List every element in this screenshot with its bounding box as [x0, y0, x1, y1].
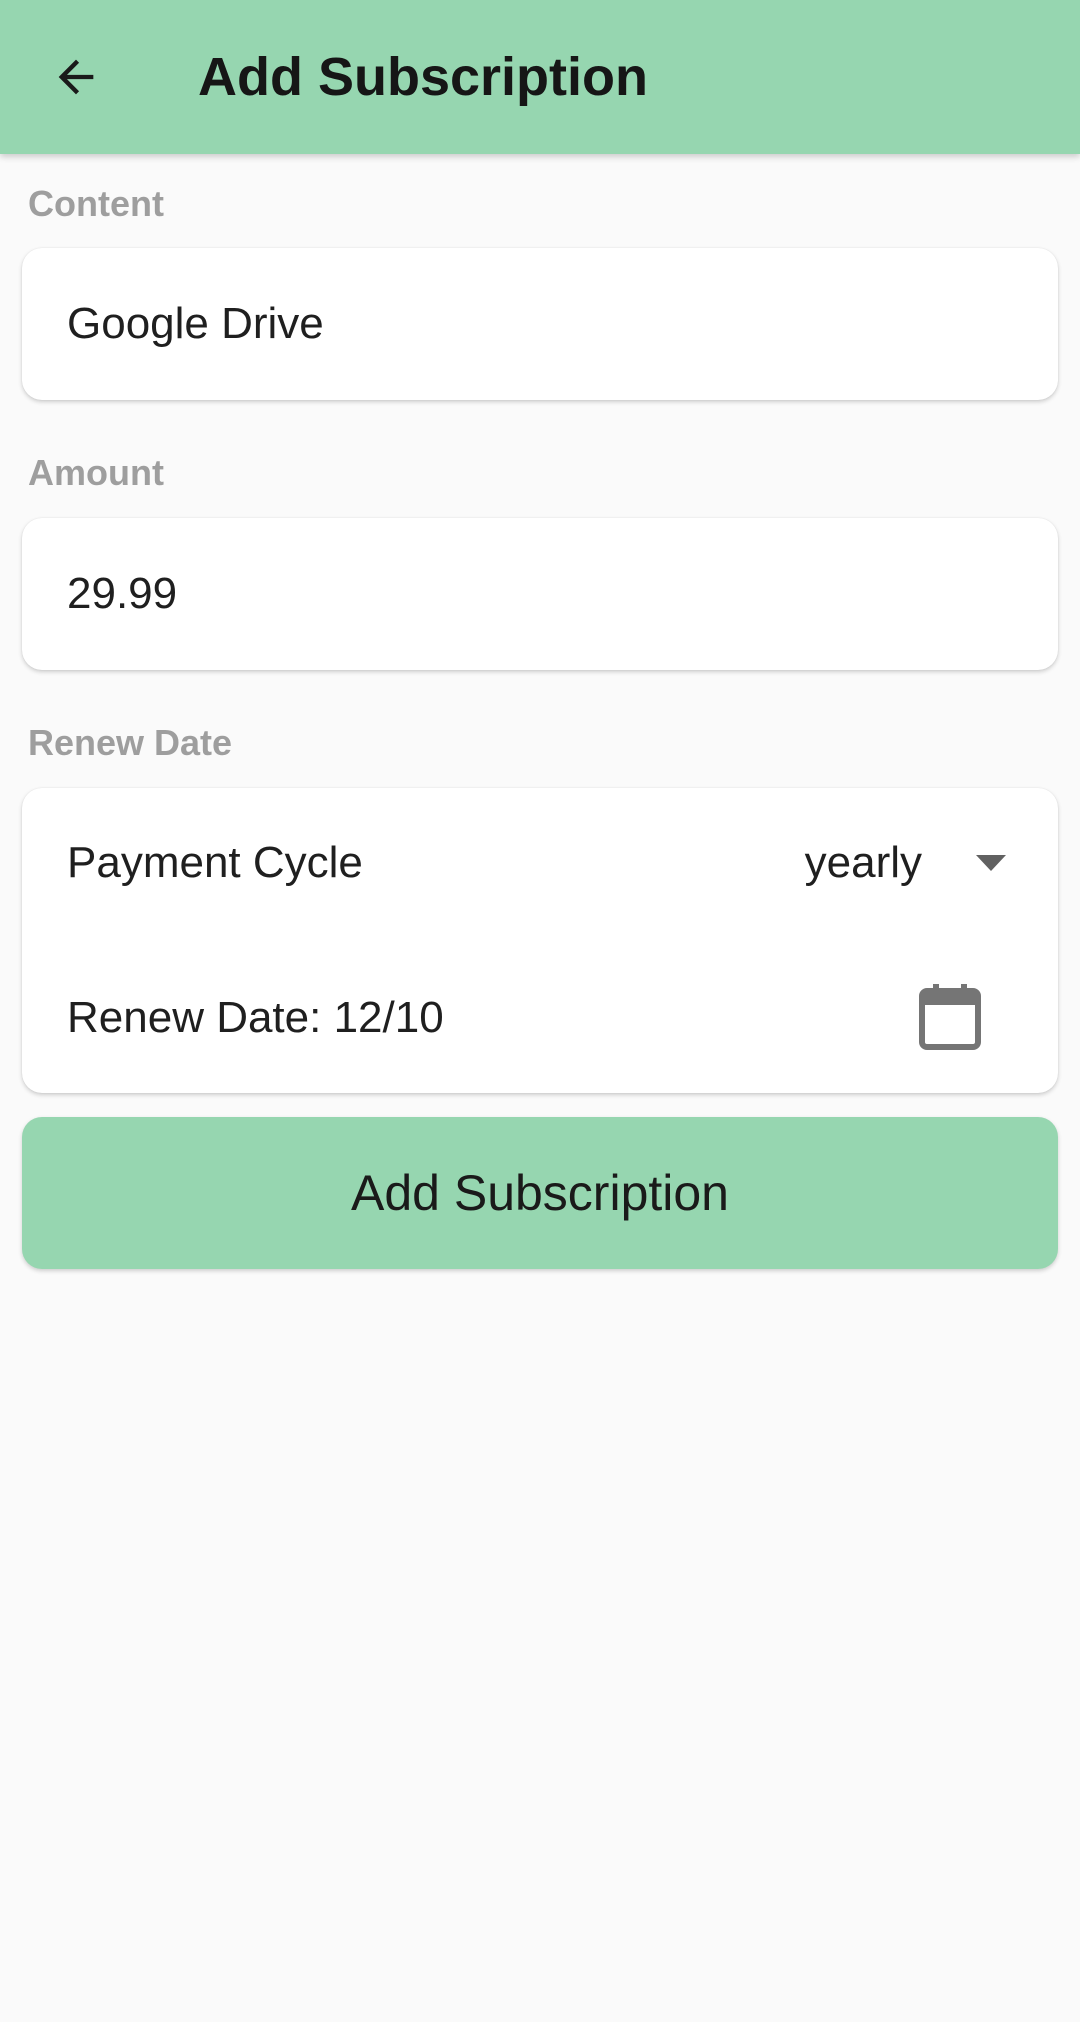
content-label: Content — [28, 183, 164, 224]
calendar-button[interactable] — [912, 979, 988, 1055]
calendar-icon — [919, 984, 981, 1050]
payment-cycle-dropdown[interactable]: yearly — [805, 828, 1008, 898]
amount-label: Amount — [28, 452, 164, 493]
page-title: Add Subscription — [198, 47, 648, 107]
amount-input-value[interactable]: 29.99 — [67, 568, 177, 620]
app-bar: Add Subscription — [0, 0, 1080, 154]
content-field[interactable]: Google Drive — [22, 248, 1058, 400]
arrow-drop-down-icon[interactable] — [974, 853, 1008, 873]
content-input-value[interactable]: Google Drive — [67, 298, 324, 350]
renew-date-row[interactable]: Renew Date: 12/10 — [22, 943, 1058, 1093]
add-subscription-button[interactable]: Add Subscription — [22, 1117, 1058, 1269]
renew-date-text: Renew Date: 12/10 — [67, 993, 444, 1042]
renew-date-section-label: Renew Date — [28, 722, 233, 763]
arrow-back-icon — [58, 59, 94, 95]
back-button[interactable] — [32, 33, 120, 121]
amount-field[interactable]: 29.99 — [22, 518, 1058, 670]
payment-cycle-value[interactable]: yearly — [805, 837, 922, 889]
add-subscription-button-label: Add Subscription — [350, 1165, 729, 1221]
payment-cycle-label: Payment Cycle — [67, 838, 363, 887]
payment-cycle-row: Payment Cycle yearly — [22, 788, 1058, 938]
renew-card: Payment Cycle yearly Renew Date: 12/10 — [22, 788, 1058, 1093]
